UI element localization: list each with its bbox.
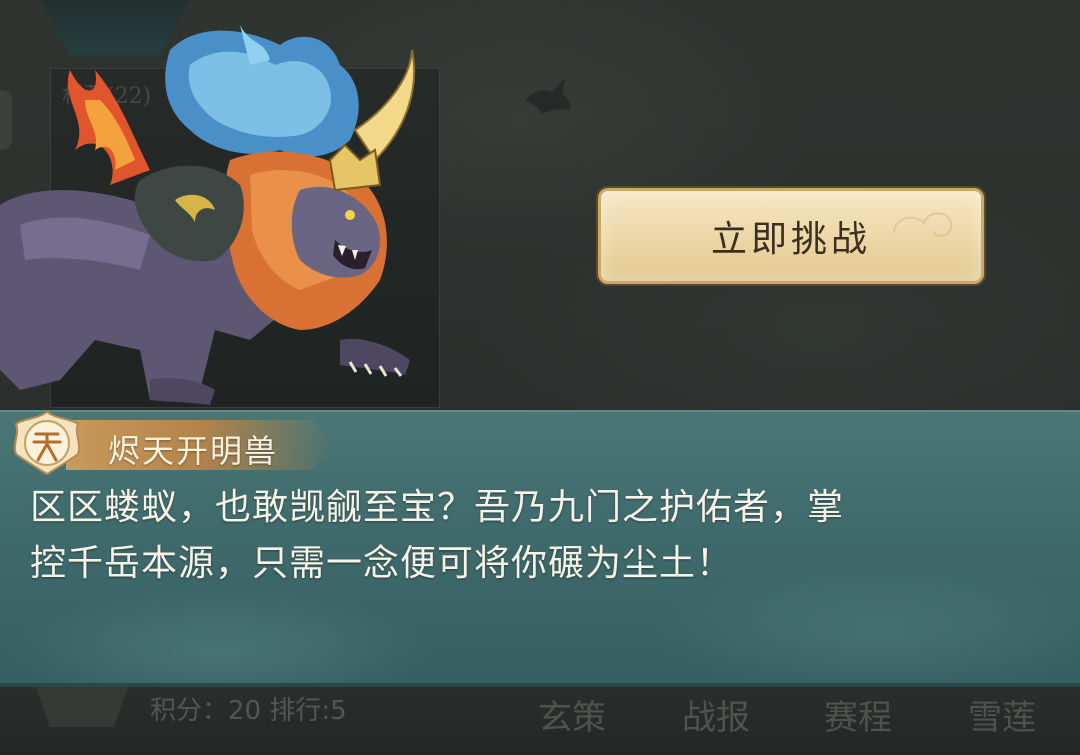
rank-shield-icon	[36, 687, 128, 727]
nav-battle-report[interactable]: 战报	[682, 690, 750, 739]
dialog-text: 区区蝼蚁，也敢觊觎至宝？吾乃九门之护佑者，掌 控千岳本源，只需一念便可将你碾为尘…	[30, 480, 1060, 592]
beast-portrait	[0, 25, 416, 405]
challenge-button-label: 立即挑战	[710, 219, 871, 260]
bird-silhouette	[525, 78, 571, 114]
speaker-name-plate: 烬天开明兽	[4, 410, 344, 476]
cloud-swirl-icon	[893, 212, 953, 237]
nav-snow-lotus[interactable]: 雪莲	[968, 690, 1036, 739]
dialog-line-1: 区区蝼蚁，也敢觊觎至宝？吾乃九门之护佑者，掌	[30, 487, 845, 528]
score-rank-text: 积分：20 排行:5	[150, 696, 347, 726]
tian-emblem-icon	[13, 410, 81, 476]
dialog-line-2: 控千岳本源，只需一念便可将你碾为尘土！	[30, 543, 734, 584]
nav-schedule[interactable]: 赛程	[824, 690, 892, 739]
nav-xuance[interactable]: 玄策	[538, 690, 606, 739]
speaker-name: 烬天开明兽	[108, 432, 279, 470]
challenge-now-button[interactable]: 立即挑战	[598, 188, 984, 284]
